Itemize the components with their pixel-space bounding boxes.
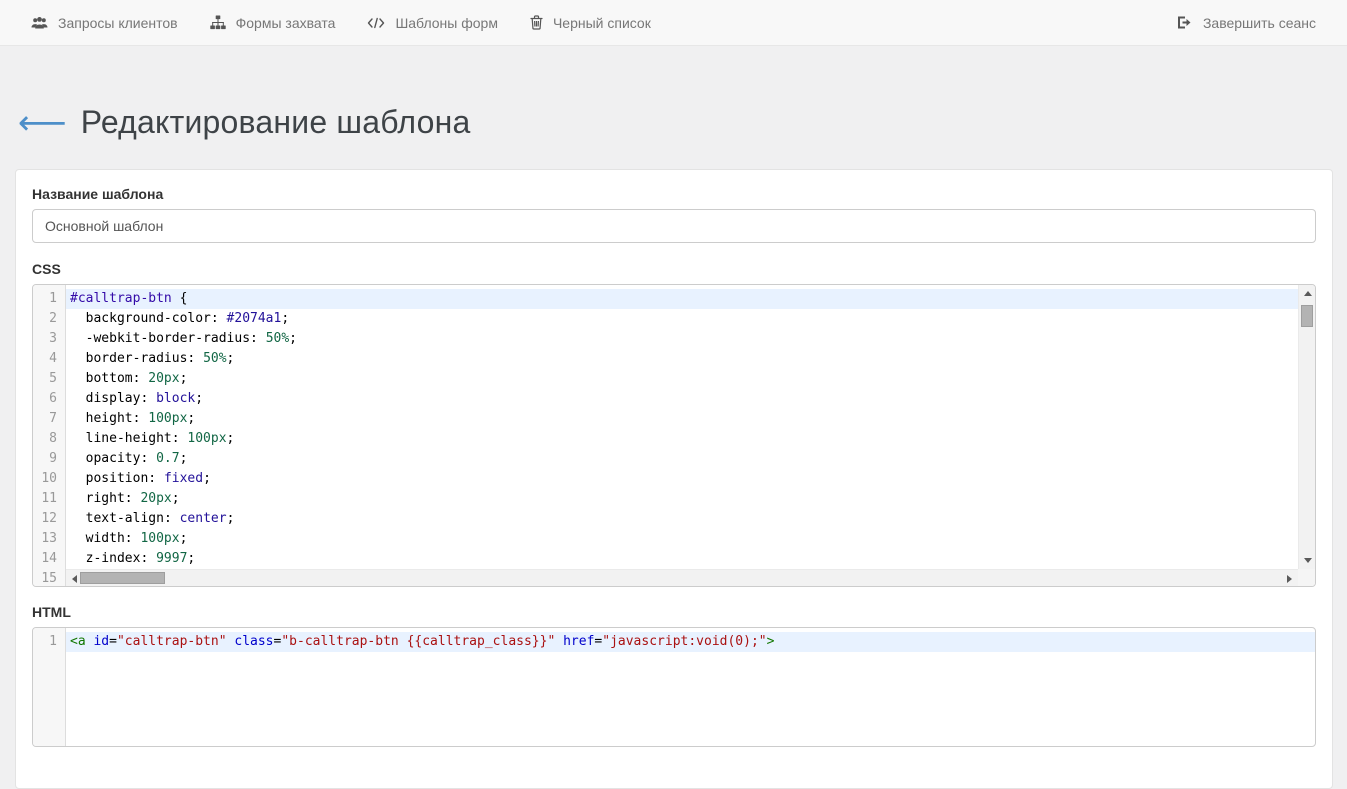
html-code-editor[interactable]: 1<a id="calltrap-btn" class="b-calltrap-… (32, 627, 1316, 747)
template-name-label: Название шаблона (32, 186, 1316, 202)
code-line-content[interactable]: display: block; (66, 389, 1315, 409)
code-line[interactable]: 14 z-index: 9997; (33, 549, 1315, 569)
scroll-up-button[interactable] (1299, 285, 1316, 302)
html-code-lines: 1<a id="calltrap-btn" class="b-calltrap-… (33, 628, 1315, 652)
sitemap-icon (210, 15, 226, 30)
scroll-down-button[interactable] (1299, 552, 1316, 569)
line-number: 10 (33, 469, 66, 489)
code-line-content[interactable]: bottom: 20px; (66, 369, 1315, 389)
top-navbar: Запросы клиентов Формы захвата (0, 0, 1347, 46)
code-line-content[interactable]: opacity: 0.7; (66, 449, 1315, 469)
code-line-content[interactable]: -webkit-border-radius: 50%; (66, 329, 1315, 349)
trash-icon (530, 15, 543, 30)
nav-item-label: Формы захвата (236, 15, 336, 31)
code-line-content[interactable]: line-height: 100px; (66, 429, 1315, 449)
code-line[interactable]: 3 -webkit-border-radius: 50%; (33, 329, 1315, 349)
code-line-content[interactable]: border-radius: 50%; (66, 349, 1315, 369)
nav-item-capture-forms[interactable]: Формы захвата (194, 0, 352, 45)
code-line-content[interactable]: z-index: 9997; (66, 549, 1315, 569)
code-line[interactable]: 6 display: block; (33, 389, 1315, 409)
horizontal-scrollbar[interactable] (66, 569, 1298, 586)
nav-item-form-templates[interactable]: Шаблоны форм (351, 0, 514, 45)
nav-item-label: Запросы клиентов (58, 15, 178, 31)
line-number: 6 (33, 389, 66, 409)
sign-out-icon (1177, 15, 1193, 30)
code-line[interactable]: 4 border-radius: 50%; (33, 349, 1315, 369)
code-line-content[interactable]: right: 20px; (66, 489, 1315, 509)
code-line-content[interactable]: text-align: center; (66, 509, 1315, 529)
users-icon (31, 15, 48, 30)
line-number: 8 (33, 429, 66, 449)
nav-item-label: Черный список (553, 15, 651, 31)
page-header: ⟵ Редактирование шаблона (18, 104, 1347, 141)
line-number: 3 (33, 329, 66, 349)
line-number: 9 (33, 449, 66, 469)
template-edit-card: Название шаблона CSS 1#calltrap-btn {2 b… (15, 169, 1333, 789)
code-line[interactable]: 1<a id="calltrap-btn" class="b-calltrap-… (33, 632, 1315, 652)
code-line[interactable]: 11 right: 20px; (33, 489, 1315, 509)
code-line[interactable]: 7 height: 100px; (33, 409, 1315, 429)
code-line[interactable]: 8 line-height: 100px; (33, 429, 1315, 449)
page-title: Редактирование шаблона (81, 104, 471, 141)
nav-item-logout[interactable]: Завершить сеанс (1161, 0, 1332, 45)
line-number: 1 (33, 632, 66, 652)
nav-item-label: Завершить сеанс (1203, 15, 1316, 31)
vertical-scrollbar[interactable] (1298, 285, 1315, 569)
code-line[interactable]: 5 bottom: 20px; (33, 369, 1315, 389)
code-line[interactable]: 2 background-color: #2074a1; (33, 309, 1315, 329)
css-code-lines: 1#calltrap-btn {2 background-color: #207… (33, 285, 1315, 587)
line-number: 1 (33, 289, 66, 309)
line-number: 13 (33, 529, 66, 549)
line-number: 7 (33, 409, 66, 429)
template-name-input[interactable] (32, 209, 1316, 243)
code-line-content[interactable]: background-color: #2074a1; (66, 309, 1315, 329)
nav-item-label: Шаблоны форм (395, 15, 498, 31)
line-number: 5 (33, 369, 66, 389)
code-line-content[interactable]: position: fixed; (66, 469, 1315, 489)
code-line[interactable]: 1#calltrap-btn { (33, 289, 1315, 309)
scroll-right-button[interactable] (1281, 570, 1298, 587)
css-label: CSS (32, 261, 1316, 277)
line-number: 15 (33, 569, 66, 587)
line-number: 14 (33, 549, 66, 569)
code-line-content[interactable]: width: 100px; (66, 529, 1315, 549)
horizontal-scroll-thumb[interactable] (80, 572, 165, 584)
navbar-left-group: Запросы клиентов Формы захвата (15, 0, 1161, 45)
back-arrow-link[interactable]: ⟵ (18, 106, 67, 140)
line-number: 12 (33, 509, 66, 529)
code-line[interactable]: 9 opacity: 0.7; (33, 449, 1315, 469)
code-line-content[interactable]: #calltrap-btn { (66, 289, 1315, 309)
code-line[interactable]: 13 width: 100px; (33, 529, 1315, 549)
code-line[interactable]: 10 position: fixed; (33, 469, 1315, 489)
code-icon (367, 16, 385, 30)
html-label: HTML (32, 604, 1316, 620)
scrollbar-corner (1298, 569, 1315, 586)
code-line-content[interactable]: height: 100px; (66, 409, 1315, 429)
line-number: 11 (33, 489, 66, 509)
css-code-editor[interactable]: 1#calltrap-btn {2 background-color: #207… (32, 284, 1316, 587)
line-number: 4 (33, 349, 66, 369)
code-line-content[interactable]: <a id="calltrap-btn" class="b-calltrap-b… (66, 632, 1315, 652)
code-line[interactable]: 12 text-align: center; (33, 509, 1315, 529)
line-number: 2 (33, 309, 66, 329)
vertical-scroll-thumb[interactable] (1301, 305, 1313, 327)
nav-item-client-requests[interactable]: Запросы клиентов (15, 0, 194, 45)
nav-item-blacklist[interactable]: Черный список (514, 0, 667, 45)
